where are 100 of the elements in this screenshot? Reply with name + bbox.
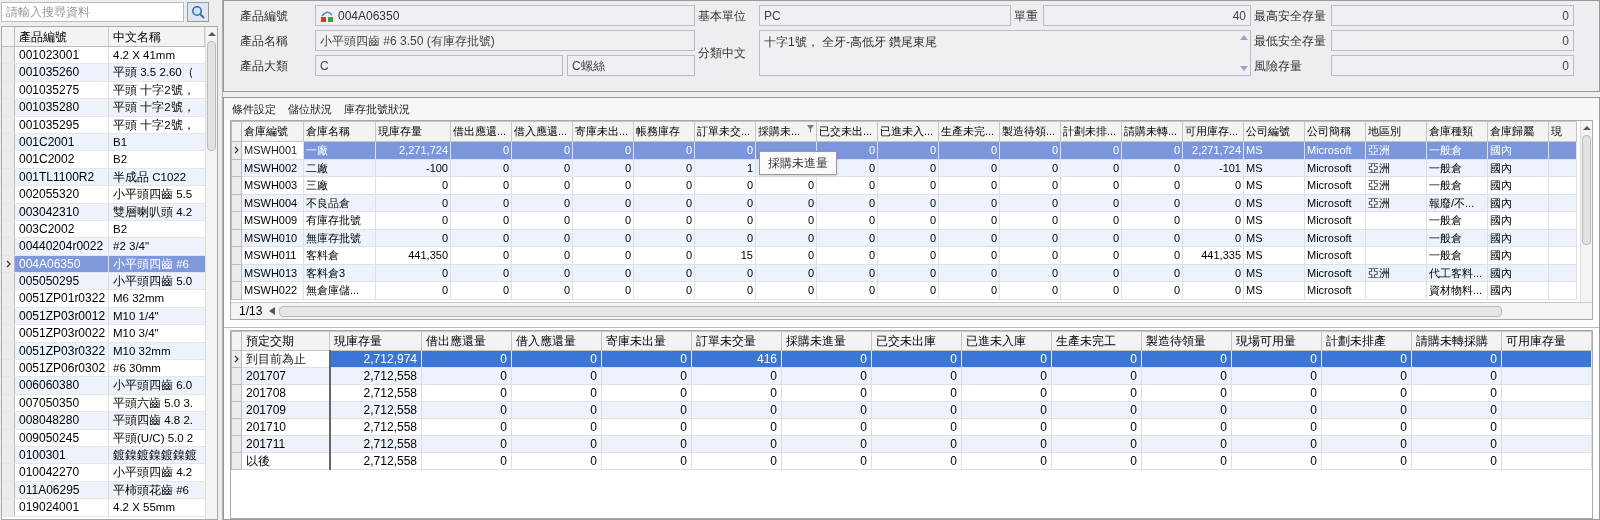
column-header[interactable]: 倉庫名稱 bbox=[303, 121, 376, 142]
column-header[interactable]: 採購未... bbox=[755, 121, 817, 142]
list-row[interactable]: 0051ZP01r0322 M6 32mm bbox=[2, 290, 205, 308]
column-header[interactable]: 可用庫存量 bbox=[1501, 331, 1592, 351]
list-row[interactable]: 001C2002 B2 bbox=[2, 151, 205, 169]
table-cell: MS bbox=[1246, 284, 1263, 297]
column-header[interactable]: 已交未出庫 bbox=[871, 331, 962, 351]
column-header[interactable]: 公司簡稱 bbox=[1304, 121, 1366, 142]
column-header[interactable]: 公司編號 bbox=[1243, 121, 1305, 142]
table-cell: 0 bbox=[868, 179, 875, 192]
column-header[interactable]: 倉庫歸屬 bbox=[1487, 121, 1549, 142]
column-header[interactable]: 借入應還量 bbox=[511, 331, 602, 351]
table-cell: 0 bbox=[868, 249, 875, 262]
column-header[interactable]: 預定交期 bbox=[241, 331, 330, 351]
column-header[interactable]: 現庫存量 bbox=[329, 331, 422, 351]
text-field[interactable]: 004A06350 bbox=[315, 5, 695, 26]
column-header[interactable]: 產品編號 bbox=[15, 27, 109, 46]
table-cell: 0 bbox=[929, 179, 936, 192]
column-header[interactable]: 地區別 bbox=[1365, 121, 1427, 142]
table-cell: 002055320 bbox=[15, 186, 109, 203]
table-cell: 0 bbox=[1173, 249, 1180, 262]
text-field[interactable]: PC bbox=[759, 5, 1011, 26]
table-cell: 001035260 bbox=[15, 64, 109, 81]
column-header[interactable]: 借出應還量 bbox=[421, 331, 512, 351]
table-cell: 國內 bbox=[1490, 231, 1512, 244]
column-header[interactable]: 生產未完... bbox=[938, 121, 1000, 142]
table-cell: MSWH003 bbox=[244, 179, 298, 192]
list-row[interactable]: 006060380 小平頭四齒 6.0 bbox=[2, 377, 205, 395]
column-header[interactable]: 請購未轉採購 bbox=[1411, 331, 1502, 351]
list-row[interactable]: 0051ZP03r0022 M10 3/4" bbox=[2, 325, 205, 343]
column-header[interactable]: 倉庫編號 bbox=[241, 121, 304, 142]
section-link[interactable]: 庫存批號狀況 bbox=[344, 100, 410, 118]
column-header[interactable]: 製造待領... bbox=[999, 121, 1061, 142]
list-row[interactable]: 001035260 平頭 3.5 2.60（ bbox=[2, 64, 205, 82]
list-row[interactable]: 00440204r0022 #2 3/4" bbox=[2, 238, 205, 256]
table-cell: 0 bbox=[1220, 402, 1227, 417]
table-cell: 0 bbox=[500, 402, 507, 417]
table-cell: 0 bbox=[1130, 453, 1137, 468]
table-cell: 0 bbox=[1490, 402, 1497, 417]
table-cell-text: 平頭 十字2號， bbox=[112, 82, 196, 98]
table-cell: 無庫存批號 bbox=[306, 231, 361, 244]
column-header[interactable]: 寄庫未出量 bbox=[601, 331, 692, 351]
text-field[interactable]: 0 bbox=[1331, 55, 1574, 76]
column-header[interactable]: 倉庫種類 bbox=[1426, 121, 1488, 142]
table-cell: 0 bbox=[950, 436, 957, 451]
table-cell: MS bbox=[1246, 214, 1263, 227]
list-row[interactable]: 001035280 平頭 十字2號， bbox=[2, 99, 205, 117]
text-field[interactable]: C bbox=[315, 55, 563, 76]
table-cell: 一般倉 bbox=[1429, 179, 1462, 192]
table-cell: MSWH009 bbox=[244, 214, 298, 227]
table-cell: 0 bbox=[685, 161, 692, 174]
column-header[interactable]: 寄庫未出... bbox=[572, 121, 634, 142]
column-header[interactable]: 可用庫存... bbox=[1182, 121, 1244, 142]
text-field[interactable]: C螺絲 bbox=[567, 55, 695, 76]
list-row[interactable]: 001023001 4.2 X 41mm bbox=[2, 47, 205, 65]
column-header[interactable]: 已進未入... bbox=[877, 121, 939, 142]
column-header[interactable]: 採購未進量 bbox=[781, 331, 872, 351]
list-row[interactable]: 019024001 4.2 X 55mm bbox=[2, 499, 205, 517]
table-cell: 0 bbox=[990, 266, 997, 279]
table-cell: 001TL1100R2 bbox=[15, 168, 109, 186]
column-header[interactable]: 現場可用量 bbox=[1231, 331, 1322, 351]
text-field[interactable]: 0 bbox=[1331, 5, 1574, 26]
table-cell: 0 bbox=[929, 144, 936, 157]
column-header[interactable]: 訂單未交... bbox=[694, 121, 756, 142]
table-cell: 0 bbox=[1112, 179, 1119, 192]
table-cell: 0 bbox=[868, 231, 875, 244]
column-header[interactable]: 已進未入庫 bbox=[961, 331, 1052, 351]
list-row[interactable]: 010042270 小平頭四齒 4.2 bbox=[2, 464, 205, 482]
column-header[interactable]: 計劃未排... bbox=[1060, 121, 1122, 142]
text-area[interactable]: 十字1號， 全牙-高低牙 鑽尾東尾 bbox=[759, 30, 1251, 76]
column-header[interactable]: 製造待領量 bbox=[1141, 331, 1232, 351]
column-header[interactable]: 訂單未交量 bbox=[691, 331, 782, 351]
column-header[interactable]: 生產未完工 bbox=[1051, 331, 1142, 351]
column-header[interactable]: 已交未出... bbox=[816, 121, 878, 142]
table-cell: 009050245 bbox=[15, 429, 109, 446]
section-link[interactable]: 儲位狀況 bbox=[288, 100, 332, 118]
text-field[interactable]: 小平頭四齒 #6 3.50 (有庫存批號) bbox=[315, 30, 695, 51]
table-cell: 00440204r0022 bbox=[15, 238, 109, 255]
list-row[interactable]: 0051ZP06r0302 #6 30mm bbox=[2, 360, 205, 378]
table-cell: 0 bbox=[1490, 368, 1497, 383]
text-field[interactable]: 0 bbox=[1331, 30, 1574, 51]
column-header[interactable]: 計劃未排產 bbox=[1321, 331, 1412, 351]
table-cell: 0 bbox=[1220, 419, 1227, 434]
column-header[interactable]: 帳務庫存 bbox=[633, 121, 695, 142]
section-link[interactable]: 條件設定 bbox=[232, 100, 276, 118]
search-field[interactable]: 請輸入搜尋資料 bbox=[1, 2, 184, 22]
column-header[interactable]: 現 bbox=[1548, 121, 1577, 142]
table-cell: 0 bbox=[1051, 179, 1058, 192]
table-cell-text: 小平頭四齒 6.0 bbox=[112, 378, 194, 394]
text-field[interactable]: 40 bbox=[1043, 5, 1251, 26]
table-cell: 0 bbox=[500, 419, 507, 434]
list-row[interactable]: 008048280 平頭四齒 4.8 2. bbox=[2, 412, 205, 430]
list-row[interactable]: 002055320 小平頭四齒 5.5 bbox=[2, 186, 205, 204]
table-cell: 0 bbox=[1490, 436, 1497, 451]
column-header[interactable]: 借出應還... bbox=[450, 121, 512, 142]
column-header[interactable]: 請購未轉... bbox=[1121, 121, 1183, 142]
list-row[interactable]: 005050295 小平頭四齒 5.0 bbox=[2, 273, 205, 291]
column-header[interactable]: 現庫存量 bbox=[375, 121, 451, 142]
column-header[interactable]: 借入應還... bbox=[511, 121, 573, 142]
table-cell: 0 bbox=[807, 231, 814, 244]
